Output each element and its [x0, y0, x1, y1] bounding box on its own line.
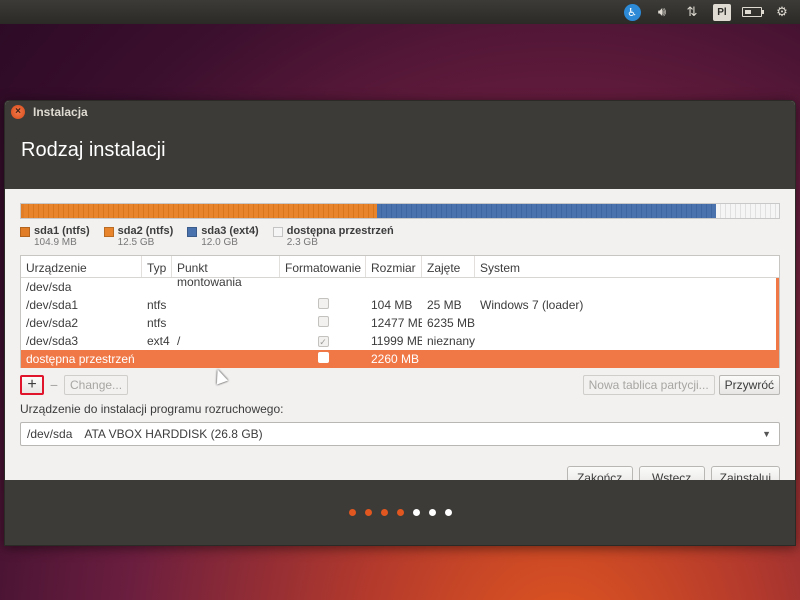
- format-checkbox[interactable]: [317, 298, 329, 309]
- bootloader-device-select[interactable]: /dev/sda ATA VBOX HARDDISK (26.8 GB) ▼: [20, 422, 780, 446]
- legend-swatch: [272, 227, 283, 237]
- column-header-used[interactable]: Zajęte: [422, 256, 475, 277]
- table-row-selected[interactable]: dostępna przestrzeń 2260 MB: [21, 350, 779, 368]
- table-header: Urządzenie Typ Punkt montowania Formatow…: [21, 256, 779, 289]
- table-row[interactable]: /dev/sda1 ntfs 104 MB 25 MB Windows 7 (l…: [21, 296, 779, 314]
- new-partition-table-button[interactable]: Nowa tablica partycji...: [582, 375, 715, 395]
- legend-swatch: [103, 227, 114, 237]
- keyboard-icon[interactable]: Pl: [712, 2, 732, 22]
- progress-dot: [412, 509, 420, 516]
- partition-toolbar: + − Change... Nowa tablica partycji... P…: [20, 374, 780, 396]
- partition-table: Urządzenie Typ Punkt montowania Formatow…: [20, 255, 780, 368]
- table-row[interactable]: /dev/sda3 ext4 / ✓ 11999 MB nieznany: [21, 332, 779, 350]
- table-row[interactable]: /dev/sda: [21, 278, 779, 296]
- cell-used: 25 MB: [427, 298, 462, 312]
- progress-dot: [364, 509, 372, 516]
- cell-used: 6235 MB: [427, 316, 475, 330]
- gear-icon[interactable]: ⚙: [772, 2, 792, 22]
- cell-mount: /: [177, 334, 181, 348]
- cell-size: 104 MB: [371, 298, 413, 312]
- cell-size: 2260 MB: [371, 352, 420, 366]
- partition-segment-free: [716, 204, 779, 218]
- cell-format: [280, 298, 366, 312]
- column-header-format[interactable]: Formatowanie: [280, 256, 366, 277]
- cell-device: dostępna przestrzeń: [26, 352, 135, 366]
- chevron-down-icon: ▼: [762, 429, 771, 439]
- legend-item: sda2 (ntfs) 12.5 GB: [103, 225, 174, 251]
- cell-system: Windows 7 (loader): [480, 298, 584, 312]
- cell-format: ✓: [280, 334, 366, 348]
- network-icon[interactable]: ⇅: [682, 2, 702, 22]
- cell-format: [280, 352, 366, 366]
- cell-device: /dev/sda3: [26, 334, 79, 348]
- change-partition-button[interactable]: Change...: [64, 375, 129, 395]
- accessibility-icon[interactable]: ♿: [622, 2, 642, 22]
- legend-item: dostępna przestrzeń 2.3 GB: [272, 225, 394, 251]
- window-title: Instalacja: [33, 105, 88, 119]
- format-checkbox[interactable]: [317, 352, 329, 363]
- installer-window: × Instalacja Rodzaj instalacji sda1 (ntf…: [4, 100, 796, 546]
- progress-dot: [380, 509, 388, 516]
- cell-format: [280, 316, 366, 330]
- legend-name: sda1 (ntfs): [34, 225, 90, 237]
- top-panel: ♿ 🔊︎ ⇅ Pl ⚙: [0, 0, 800, 24]
- cell-type: ntfs: [147, 316, 167, 330]
- bootloader-device: /dev/sda: [27, 427, 73, 441]
- partition-bar: [20, 203, 780, 219]
- column-header-system[interactable]: System: [475, 256, 779, 277]
- close-icon[interactable]: ×: [11, 105, 25, 119]
- bootloader-label: Urządzenie do instalacji programu rozruc…: [20, 402, 284, 416]
- legend-size: 2.3 GB: [286, 237, 318, 248]
- cell-used: nieznany: [427, 334, 475, 348]
- legend-size: 12.0 GB: [201, 237, 238, 248]
- format-checkbox[interactable]: ✓: [317, 336, 329, 347]
- add-partition-button[interactable]: +: [20, 375, 44, 395]
- page-title: Rodzaj instalacji: [5, 123, 795, 189]
- legend-swatch: [187, 227, 198, 237]
- legend-name: dostępna przestrzeń: [286, 225, 394, 237]
- cell-size: 12477 MB: [371, 316, 422, 330]
- scrollbar[interactable]: [776, 278, 779, 368]
- column-header-size[interactable]: Rozmiar: [366, 256, 422, 277]
- keyboard-layout-label: Pl: [713, 3, 731, 21]
- bootloader-description: ATA VBOX HARDDISK (26.8 GB): [84, 427, 263, 441]
- format-checkbox[interactable]: [317, 316, 329, 327]
- cell-size: 11999 MB: [371, 334, 422, 348]
- table-row[interactable]: /dev/sda2 ntfs 12477 MB 6235 MB: [21, 314, 779, 332]
- column-header-mount[interactable]: Punkt montowania: [172, 256, 280, 289]
- volume-icon[interactable]: 🔊︎: [652, 2, 672, 22]
- partition-legend: sda1 (ntfs) 104.9 MB sda2 (ntfs) 12.5 GB s…: [20, 225, 780, 251]
- progress-dot: [428, 509, 436, 516]
- legend-size: 12.5 GB: [117, 237, 155, 248]
- cell-device: /dev/sda: [26, 280, 72, 294]
- progress-dot: [348, 509, 356, 516]
- legend-item: sda3 (ext4) 12.0 GB: [187, 225, 259, 251]
- titlebar: × Instalacja: [5, 101, 795, 123]
- partition-segment-sda3: [377, 204, 717, 218]
- legend-name: sda3 (ext4): [201, 225, 259, 237]
- remove-partition-button[interactable]: −: [44, 375, 64, 395]
- progress-dot: [444, 509, 452, 516]
- battery-icon[interactable]: [742, 2, 764, 22]
- legend-swatch: [20, 227, 30, 237]
- cell-type: ntfs: [147, 298, 167, 312]
- partition-segment-sda2: [24, 204, 378, 218]
- cell-device: /dev/sda1: [26, 298, 79, 312]
- legend-name: sda2 (ntfs): [117, 225, 174, 237]
- legend-size: 104.9 MB: [34, 237, 77, 248]
- column-header-device[interactable]: Urządzenie: [21, 256, 142, 277]
- progress-dots: [5, 480, 795, 545]
- main-content: sda1 (ntfs) 104.9 MB sda2 (ntfs) 12.5 GB s…: [5, 203, 795, 490]
- progress-dot: [396, 509, 404, 516]
- column-header-type[interactable]: Typ: [142, 256, 172, 277]
- cell-type: ext4: [147, 334, 170, 348]
- legend-item: sda1 (ntfs) 104.9 MB: [20, 225, 90, 251]
- cell-device: /dev/sda2: [26, 316, 79, 330]
- revert-button[interactable]: Przywróć: [718, 375, 780, 395]
